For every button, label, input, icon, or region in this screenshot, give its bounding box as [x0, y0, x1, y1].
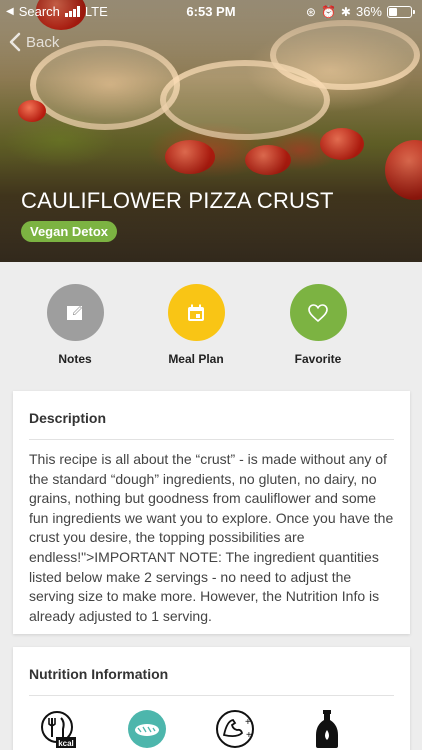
bread-carbs-icon[interactable] [127, 709, 167, 749]
muscle-protein-icon[interactable]: + + [215, 709, 255, 749]
battery-percent: 36% [355, 4, 382, 19]
favorite-button[interactable]: Favorite [268, 284, 368, 366]
meal-plan-label: Meal Plan [168, 352, 224, 366]
tomato-piece [320, 128, 364, 160]
description-heading: Description [29, 410, 107, 426]
favorite-circle[interactable] [289, 284, 347, 341]
favorite-label: Favorite [294, 352, 342, 366]
notes-label: Notes [58, 352, 92, 366]
description-card: Description This recipe is all about the… [13, 391, 410, 634]
cherry-tomato [385, 140, 422, 200]
battery-icon [387, 5, 415, 18]
back-label: Back [26, 33, 60, 51]
kcal-badge: kcal [58, 739, 74, 748]
rotation-lock-icon: ⊛ [305, 4, 316, 19]
calendar-icon [188, 304, 204, 321]
notes-button[interactable]: Notes [25, 284, 125, 366]
notes-circle[interactable] [46, 284, 104, 341]
heart-icon [308, 303, 328, 322]
chevron-left-icon [9, 32, 21, 52]
kcal-fork-knife-icon[interactable]: kcal [38, 709, 78, 749]
alarm-icon: ⏰ [320, 4, 336, 19]
category-tag[interactable]: Vegan Detox [21, 221, 118, 242]
onion-slice [160, 60, 330, 140]
edit-note-icon [67, 305, 82, 320]
tomato-piece [245, 145, 291, 175]
plus-sign: + [245, 717, 251, 728]
tomato-piece [18, 100, 46, 122]
description-text: This recipe is all about the “crust” - i… [29, 451, 394, 624]
back-button[interactable]: Back [8, 32, 59, 52]
onion-slice [30, 40, 180, 130]
tomato-piece [165, 140, 215, 174]
nutrition-heading: Nutrition Information [29, 666, 169, 682]
oil-bottle-fat-icon[interactable] [307, 709, 347, 749]
bluetooth-icon: ✱ [340, 4, 351, 19]
meal-plan-circle[interactable] [167, 284, 225, 341]
divider [29, 695, 394, 696]
recipe-title: CAULIFLOWER PIZZA CRUST [21, 188, 334, 213]
onion-slice [270, 20, 420, 90]
status-bar: ◀ Search LTE 6:53 PM ⊛ ⏰ ✱ 36% [0, 0, 422, 22]
plus-sign: + [246, 730, 252, 741]
meal-plan-button[interactable]: Meal Plan [146, 284, 246, 366]
nutrition-card: Nutrition Information kcal + + [13, 647, 410, 750]
